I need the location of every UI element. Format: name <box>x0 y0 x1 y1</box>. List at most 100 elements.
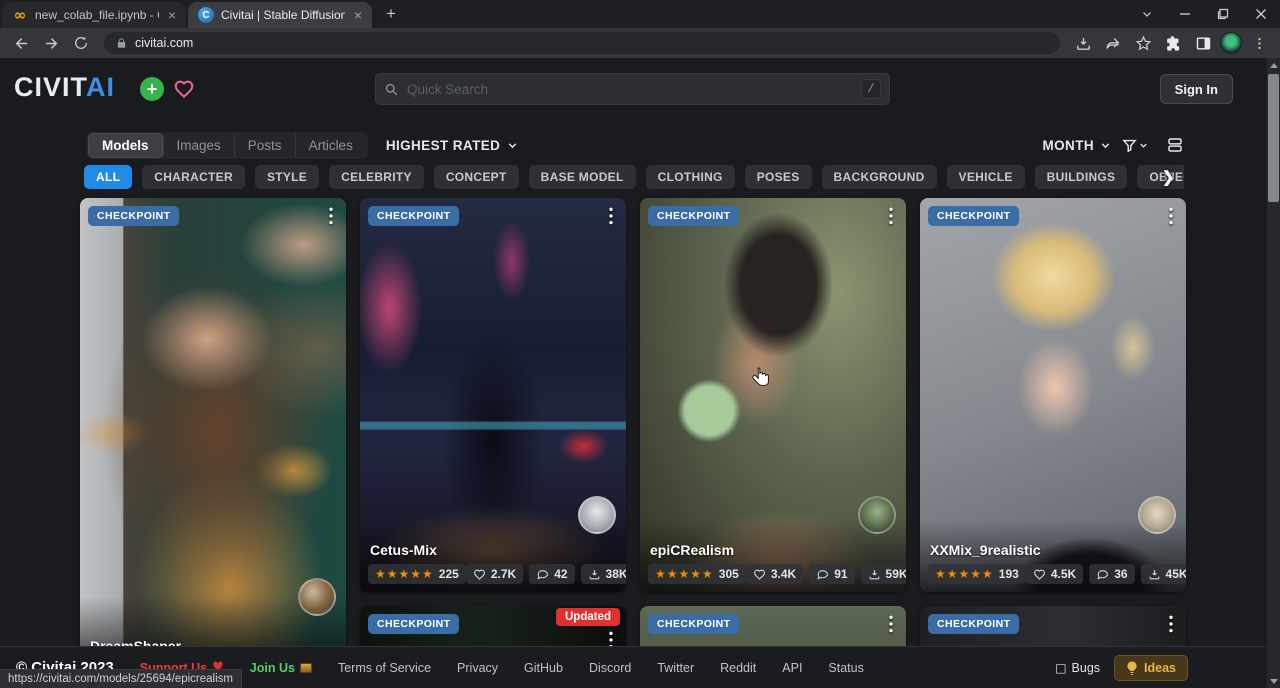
sign-in-button[interactable]: Sign In <box>1160 74 1233 104</box>
search-input[interactable] <box>407 82 853 97</box>
period-dropdown[interactable]: MONTH <box>1043 138 1113 153</box>
footer-link-github[interactable]: GitHub <box>524 661 563 675</box>
scrollbar-down-arrow[interactable] <box>1267 674 1280 688</box>
tab-images[interactable]: Images <box>163 134 234 157</box>
category-chip-concept[interactable]: CONCEPT <box>434 165 519 189</box>
creator-avatar[interactable] <box>298 578 336 616</box>
model-card-cetus-mix[interactable]: CHECKPOINT Cetus-Mix ★★★★★ 225 <box>360 198 626 592</box>
model-card-grid: CHECKPOINT DreamShaper CHECKPOINT <box>80 198 1186 688</box>
model-card-epicrealism[interactable]: CHECKPOINT epiCRealism ★★★★★ 305 <box>640 198 906 592</box>
forward-button[interactable] <box>38 30 64 56</box>
category-chip-buildings[interactable]: BUILDINGS <box>1035 165 1128 189</box>
sort-dropdown[interactable]: HIGHEST RATED <box>386 138 519 153</box>
support-heart-icon[interactable] <box>172 77 196 101</box>
footer-link-twitter[interactable]: Twitter <box>657 661 694 675</box>
browser-profile-avatar[interactable] <box>1220 32 1242 54</box>
category-chip-character[interactable]: CHARACTER <box>142 165 245 189</box>
tab-articles[interactable]: Articles <box>295 134 366 157</box>
lightbulb-icon <box>1126 661 1138 675</box>
content-nav-row: Models Images Posts Articles HIGHEST RAT… <box>86 130 1184 160</box>
category-chip-objects[interactable]: OBJECTS <box>1137 165 1184 189</box>
tab-posts[interactable]: Posts <box>234 134 295 157</box>
close-tab-icon[interactable]: × <box>352 8 364 22</box>
category-chip-clothing[interactable]: CLOTHING <box>646 165 735 189</box>
footer-link-terms[interactable]: Terms of Service <box>338 661 431 675</box>
creator-avatar[interactable] <box>578 496 616 534</box>
download-icon <box>1148 568 1161 581</box>
category-chip-style[interactable]: STYLE <box>255 165 319 189</box>
slash-shortcut-badge: / <box>861 79 881 99</box>
category-chip-poses[interactable]: POSES <box>745 165 812 189</box>
tab-search-icon[interactable] <box>1128 0 1166 28</box>
extensions-icon[interactable] <box>1160 30 1186 56</box>
downloads-pill[interactable]: 38K <box>581 564 626 584</box>
downloads-pill[interactable]: 45K <box>1141 564 1186 584</box>
civitai-logo[interactable]: CIVITAI <box>14 72 115 103</box>
creator-avatar[interactable] <box>1138 496 1176 534</box>
bugs-button[interactable]: □Bugs <box>1055 661 1100 675</box>
create-plus-button[interactable]: + <box>140 77 164 101</box>
scrollbar-up-arrow[interactable] <box>1267 58 1280 72</box>
maximize-button[interactable] <box>1204 0 1242 28</box>
footer-link-api[interactable]: API <box>782 661 802 675</box>
minimize-button[interactable] <box>1166 0 1204 28</box>
ideas-button[interactable]: Ideas <box>1114 655 1188 681</box>
category-scroll-right-chevron[interactable]: ❯ <box>1162 164 1175 190</box>
browser-menu-kebab-icon[interactable] <box>1246 30 1272 56</box>
card-menu-kebab-icon[interactable] <box>1162 204 1180 228</box>
close-tab-icon[interactable]: × <box>166 8 178 22</box>
likes-count: 3.4K <box>771 567 796 581</box>
footer-link-join-us[interactable]: Join Us <box>250 661 312 675</box>
card-menu-kebab-icon[interactable] <box>322 204 340 228</box>
tab-models[interactable]: Models <box>88 133 163 158</box>
grid-column: CHECKPOINT Cetus-Mix ★★★★★ 225 <box>360 198 626 688</box>
downloads-pill[interactable]: 59K <box>861 564 906 584</box>
reload-button[interactable] <box>68 30 94 56</box>
comments-pill[interactable]: 91 <box>809 564 854 584</box>
bookmark-star-icon[interactable] <box>1130 30 1156 56</box>
filter-funnel-button[interactable] <box>1121 137 1149 154</box>
likes-pill[interactable]: 2.7K <box>466 564 523 584</box>
category-chip-all[interactable]: ALL <box>84 165 132 189</box>
footer-link-privacy[interactable]: Privacy <box>457 661 498 675</box>
category-chip-background[interactable]: BACKGROUND <box>822 165 937 189</box>
share-icon[interactable] <box>1100 30 1126 56</box>
card-menu-kebab-icon[interactable] <box>602 204 620 228</box>
category-chip-vehicle[interactable]: VEHICLE <box>947 165 1025 189</box>
quick-search-bar[interactable]: / <box>375 73 890 105</box>
likes-pill[interactable]: 3.4K <box>746 564 803 584</box>
footer-link-reddit[interactable]: Reddit <box>720 661 756 675</box>
new-tab-button[interactable]: + <box>380 4 402 24</box>
browser-tab-civitai[interactable]: C Civitai | Stable Diffusion models, × <box>188 2 372 28</box>
browser-tab-colab[interactable]: ∞ new_colab_file.ipynb - Colaborat × <box>2 2 186 28</box>
card-menu-kebab-icon[interactable] <box>1162 612 1180 636</box>
rating-pill: ★★★★★ 225 <box>368 564 466 584</box>
address-bar[interactable]: civitai.com <box>104 32 1060 54</box>
download-toolbar-icon[interactable] <box>1070 30 1096 56</box>
category-chip-base-model[interactable]: BASE MODEL <box>529 165 636 189</box>
comments-pill[interactable]: 42 <box>529 564 574 584</box>
browser-toolbar: civitai.com <box>0 28 1280 58</box>
category-chip-celebrity[interactable]: CELEBRITY <box>329 165 424 189</box>
side-panel-icon[interactable] <box>1190 30 1216 56</box>
model-card-xxmix[interactable]: CHECKPOINT XXMix_9realistic ★★★★★ 193 <box>920 198 1186 592</box>
grid-column: CHECKPOINT DreamShaper <box>80 198 346 688</box>
card-menu-kebab-icon[interactable] <box>882 204 900 228</box>
rating-count: 305 <box>719 567 739 581</box>
card-menu-kebab-icon[interactable] <box>882 612 900 636</box>
funnel-icon <box>1121 137 1138 154</box>
page-scrollbar[interactable] <box>1267 58 1280 688</box>
creator-avatar[interactable] <box>858 496 896 534</box>
chevron-down-icon <box>1099 139 1112 152</box>
bugs-label: Bugs <box>1072 661 1101 675</box>
footer-link-status[interactable]: Status <box>828 661 863 675</box>
comments-pill[interactable]: 36 <box>1089 564 1134 584</box>
rating-pill: ★★★★★ 193 <box>928 564 1026 584</box>
layout-toggle-button[interactable] <box>1166 136 1184 154</box>
likes-pill[interactable]: 4.5K <box>1026 564 1083 584</box>
back-button[interactable] <box>8 30 34 56</box>
footer-link-discord[interactable]: Discord <box>589 661 631 675</box>
close-window-button[interactable] <box>1242 0 1280 28</box>
model-card-dreamshaper[interactable]: CHECKPOINT DreamShaper <box>80 198 346 668</box>
scrollbar-thumb[interactable] <box>1268 74 1279 202</box>
